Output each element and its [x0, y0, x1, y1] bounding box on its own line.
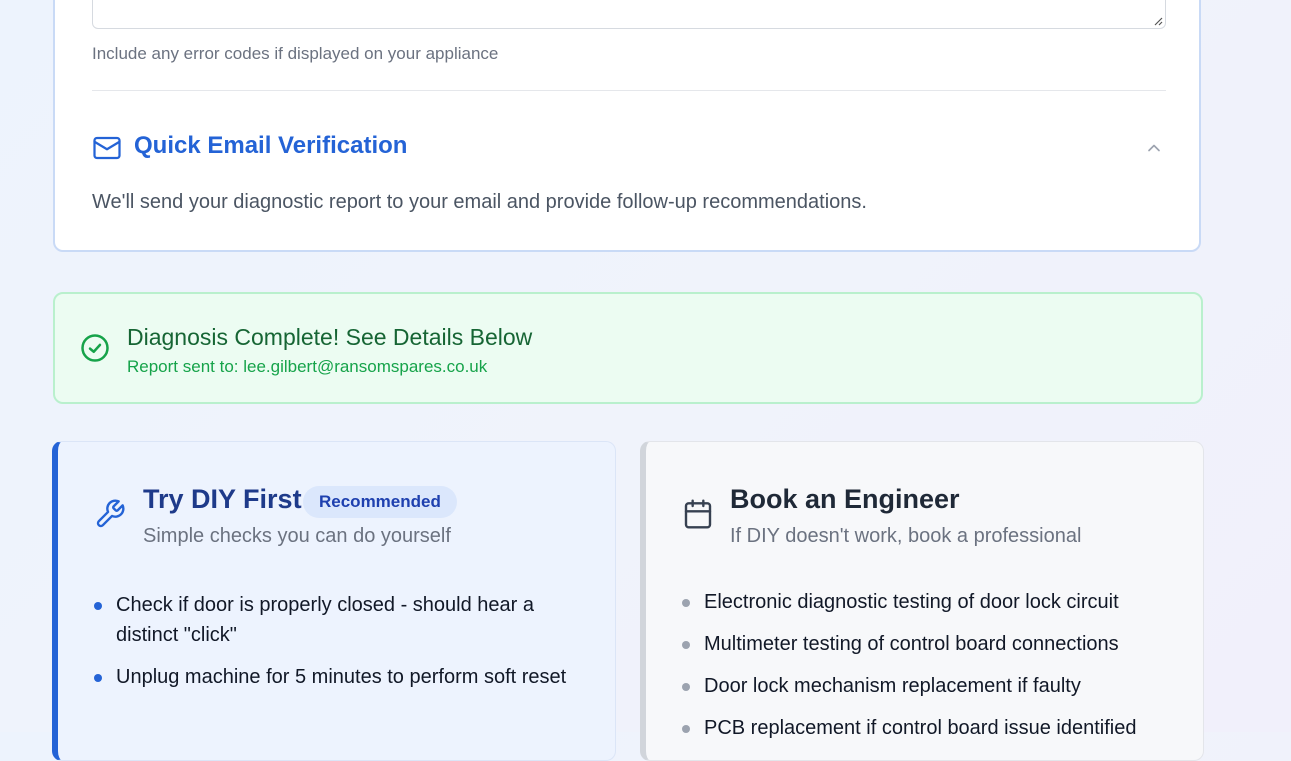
wrench-icon [96, 499, 125, 528]
bullet-icon [682, 599, 690, 607]
section-divider [92, 90, 1166, 91]
bullet-icon [94, 674, 102, 682]
list-item: Door lock mechanism replacement if fault… [682, 674, 1182, 698]
diy-card: Try DIY First Recommended Simple checks … [52, 441, 616, 761]
list-item: PCB replacement if control board issue i… [682, 716, 1182, 740]
email-verification-toggle[interactable]: Quick Email Verification [92, 130, 1166, 166]
resize-grip-icon[interactable] [1153, 16, 1163, 26]
bullet-icon [94, 602, 102, 610]
mail-icon [93, 136, 121, 160]
list-item: Unplug machine for 5 minutes to perform … [94, 662, 574, 692]
email-verification-title: Quick Email Verification [134, 132, 408, 159]
recommended-badge: Recommended [303, 486, 457, 518]
problem-description-textarea[interactable] [92, 0, 1166, 29]
report-sent-to: Report sent to: lee.gilbert@ransomspares… [127, 357, 488, 376]
textarea-hint: Include any error codes if displayed on … [92, 44, 499, 63]
diy-subtitle: Simple checks you can do yourself [143, 525, 451, 547]
bullet-icon [682, 683, 690, 691]
success-title: Diagnosis Complete! See Details Below [127, 324, 533, 350]
check-circle-icon [81, 334, 109, 362]
diy-checklist: Check if door is properly closed - shoul… [94, 590, 574, 704]
diagnostic-form-card: Include any error codes if displayed on … [53, 0, 1201, 252]
bullet-icon [682, 641, 690, 649]
book-engineer-card: Book an Engineer If DIY doesn't work, bo… [640, 441, 1204, 761]
engineer-subtitle: If DIY doesn't work, book a professional [730, 525, 1082, 547]
email-verification-description: We'll send your diagnostic report to you… [92, 191, 867, 213]
diy-title: Try DIY First [143, 484, 302, 514]
engineer-services-list: Electronic diagnostic testing of door lo… [682, 590, 1182, 758]
diagnosis-complete-banner: Diagnosis Complete! See Details Below Re… [53, 292, 1203, 404]
list-item: Electronic diagnostic testing of door lo… [682, 590, 1182, 614]
list-item: Multimeter testing of control board conn… [682, 632, 1182, 656]
calendar-icon [684, 499, 712, 529]
engineer-title: Book an Engineer [730, 484, 960, 514]
list-item: Check if door is properly closed - shoul… [94, 590, 574, 650]
chevron-up-icon[interactable] [1144, 138, 1164, 158]
